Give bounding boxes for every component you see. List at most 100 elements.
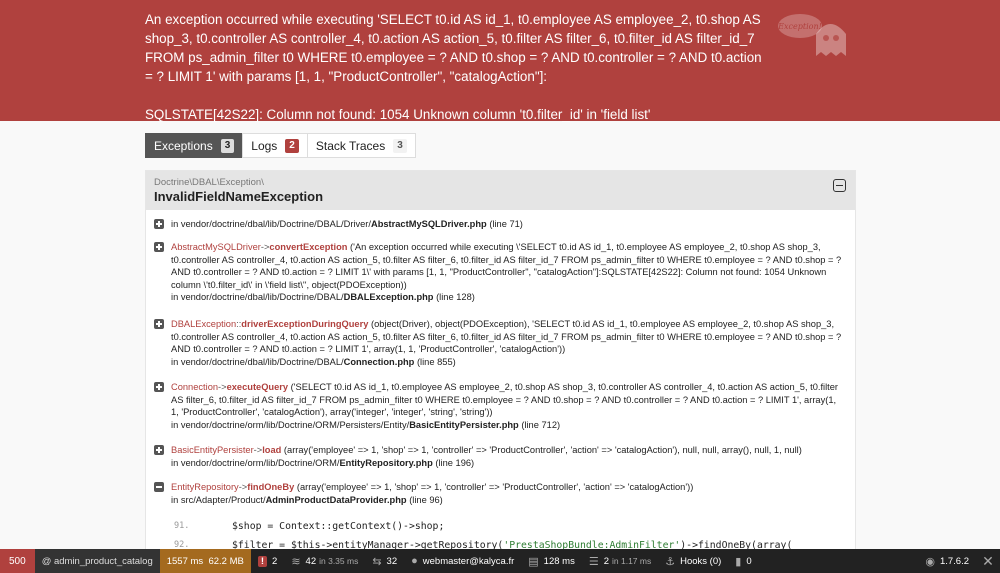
trace-item: EntityRepository->findOneBy (array('empl… xyxy=(154,481,844,506)
trace-path: in vendor/doctrine/dbal/lib/Doctrine/DBA… xyxy=(171,219,371,229)
trace-path: in vendor/doctrine/orm/lib/Doctrine/ORM/… xyxy=(171,419,410,430)
trace-path: in src/Adapter/Product/ xyxy=(171,494,266,505)
tab-logs-label: Logs xyxy=(251,138,278,153)
trace-function: driverExceptionDuringQuery xyxy=(241,319,369,329)
trace-class-name: EntityRepository xyxy=(171,482,239,492)
status-code[interactable]: 500 xyxy=(0,549,35,573)
tab-stack-traces-count: 3 xyxy=(393,138,407,153)
render-icon: ▤ xyxy=(528,555,539,568)
code-line: 92. $filter = $this->entityManager->getR… xyxy=(154,536,844,550)
tab-exceptions[interactable]: Exceptions 3 xyxy=(145,133,244,158)
trace-item: in vendor/doctrine/dbal/lib/Doctrine/DBA… xyxy=(154,218,844,231)
cache-icon: ☰ xyxy=(588,555,599,568)
trace-item: Connection->executeQuery ('SELECT t0.id … xyxy=(154,381,844,431)
sqlstate-text: SQLSTATE[42S22]: Column not found: 1054 … xyxy=(145,107,651,122)
trace-header: Doctrine\DBAL\Exception\ InvalidFieldNam… xyxy=(146,171,855,210)
trace-location: in vendor/doctrine/orm/lib/Doctrine/ORM/… xyxy=(171,458,474,468)
trace-location: in vendor/doctrine/dbal/lib/Doctrine/DBA… xyxy=(171,357,456,367)
render-indicator[interactable]: ▤ 128 ms xyxy=(521,549,582,573)
trace-line-number: (line 712) xyxy=(521,419,561,430)
trace-item: BasicEntityPersister->load (array('emplo… xyxy=(154,444,844,469)
trace-file[interactable]: DBALException.php xyxy=(344,292,434,302)
expand-icon[interactable] xyxy=(154,242,164,252)
modules-indicator[interactable]: ▮ 0 xyxy=(728,549,758,573)
tab-bar: Exceptions 3 Logs 2 Stack Traces 3 xyxy=(145,133,416,158)
translation-icon: ⇆ xyxy=(372,555,382,568)
code-excerpt: 91. $shop = Context::getContext()->shop;… xyxy=(154,517,844,550)
trace-item: AbstractMySQLDriver->convertException ('… xyxy=(154,241,844,304)
exception-namespace: Doctrine\DBAL\Exception\ xyxy=(154,177,264,188)
user-indicator[interactable]: ● webmaster@kalyca.fr xyxy=(404,549,521,573)
exception-class: InvalidFieldNameException xyxy=(154,189,324,204)
trace-file[interactable]: AbstractMySQLDriver.php xyxy=(371,219,487,229)
queries-count: 42 xyxy=(305,555,317,567)
tab-stack-traces[interactable]: Stack Traces 3 xyxy=(306,133,416,158)
cache-time: in 1.17 ms xyxy=(612,556,652,566)
trace-line-number: (line 96) xyxy=(409,494,443,505)
hooks-indicator[interactable]: ⚓ Hooks (0) xyxy=(658,549,728,573)
user-email: webmaster@kalyca.fr xyxy=(422,555,515,567)
cache-count: 2 xyxy=(603,555,609,567)
tab-logs-count: 2 xyxy=(285,138,299,153)
stack-trace-panel: Doctrine\DBAL\Exception\ InvalidFieldNam… xyxy=(145,170,856,550)
ghost-text: Exception! xyxy=(777,22,822,31)
trace-location: in vendor/doctrine/orm/lib/Doctrine/ORM/… xyxy=(171,420,560,430)
collapse-toggle-icon[interactable] xyxy=(833,179,846,192)
time-value: 1557 ms xyxy=(166,555,204,567)
trace-function: findOneBy xyxy=(247,482,295,492)
prestashop-logo-icon: ◉ xyxy=(925,555,935,568)
trace-args: (array('employee' => 1, 'shop' => 1, 'co… xyxy=(296,482,694,492)
tab-exceptions-label: Exceptions xyxy=(154,138,213,153)
trace-file[interactable]: Connection.php xyxy=(344,357,415,367)
cache-indicator[interactable]: ☰ 2 in 1.17 ms xyxy=(582,549,658,573)
translations-indicator[interactable]: ⇆ 32 xyxy=(365,549,404,573)
expand-icon[interactable] xyxy=(154,445,164,455)
request-time[interactable]: 1557 ms 62.2 MB xyxy=(159,549,251,573)
trace-args: (array('employee' => 1, 'shop' => 1, 'co… xyxy=(283,445,802,455)
trace-function: load xyxy=(262,445,282,455)
ghost-icon: Exception! xyxy=(777,14,846,56)
trace-file[interactable]: EntityRepository.php xyxy=(339,458,432,468)
memory-value: 62.2 MB xyxy=(208,555,244,567)
errors-indicator[interactable]: ! 2 xyxy=(251,549,284,573)
trace-line-number: (line 196) xyxy=(435,457,475,468)
trace-function: executeQuery xyxy=(226,382,289,392)
code-line-number: 92. xyxy=(174,540,190,550)
database-icon: ≋ xyxy=(291,555,301,568)
exception-header: An exception occurred while executing 'S… xyxy=(0,0,1000,122)
expand-icon[interactable] xyxy=(154,382,164,392)
code-line: 91. $shop = Context::getContext()->shop; xyxy=(154,517,844,536)
trace-location: in src/Adapter/Product/AdminProductDataP… xyxy=(171,495,443,505)
trace-path: in vendor/doctrine/dbal/lib/Doctrine/DBA… xyxy=(171,292,344,303)
module-icon: ▮ xyxy=(735,555,742,568)
errors-count: 2 xyxy=(272,555,278,567)
debug-toolbar: 500 @ admin_product_catalog 1557 ms 62.2… xyxy=(0,549,1000,573)
trace-class-name: Connection xyxy=(171,382,219,392)
version-value: 1.7.6.2 xyxy=(939,555,969,567)
hooks-count: Hooks (0) xyxy=(680,555,722,567)
code-source: $shop = Context::getContext()->shop; xyxy=(232,521,445,532)
code-line-number: 91. xyxy=(174,521,190,531)
expand-icon[interactable] xyxy=(154,219,164,229)
trace-item: DBALException::driverExceptionDuringQuer… xyxy=(154,318,844,368)
alert-icon: ! xyxy=(257,555,268,567)
route-name[interactable]: @ admin_product_catalog xyxy=(34,549,160,573)
user-icon: ● xyxy=(411,555,418,567)
trace-function: convertException xyxy=(269,242,348,252)
trace-class-name: DBALException xyxy=(171,319,237,329)
hooks-icon: ⚓ xyxy=(665,555,676,568)
tab-logs[interactable]: Logs 2 xyxy=(242,133,308,158)
trace-line-number: (line 128) xyxy=(436,292,475,303)
expand-icon[interactable] xyxy=(154,319,164,329)
close-toolbar-button[interactable]: ✕ xyxy=(976,549,1000,573)
queries-indicator[interactable]: ≋ 42 in 3.35 ms xyxy=(284,549,365,573)
trace-location: in vendor/doctrine/dbal/lib/Doctrine/DBA… xyxy=(171,219,523,229)
trace-file[interactable]: AdminProductDataProvider.php xyxy=(266,495,407,505)
trace-path: in vendor/doctrine/orm/lib/Doctrine/ORM/ xyxy=(171,457,340,468)
modules-count: 0 xyxy=(746,555,752,567)
tab-stack-traces-label: Stack Traces xyxy=(315,138,386,153)
trace-file[interactable]: BasicEntityPersister.php xyxy=(409,420,519,430)
collapse-icon[interactable] xyxy=(154,482,164,492)
version-indicator[interactable]: ◉ 1.7.6.2 xyxy=(918,549,976,573)
trace-class-name: BasicEntityPersister xyxy=(171,445,254,455)
